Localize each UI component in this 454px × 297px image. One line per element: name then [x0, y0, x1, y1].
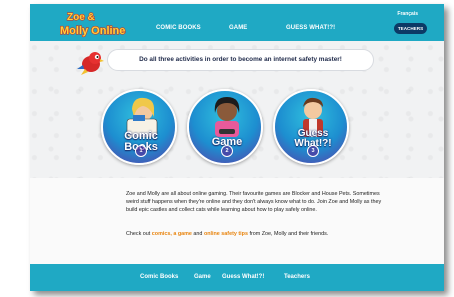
link-safety-tips[interactable]: online safety tips: [204, 231, 248, 237]
teachers-button[interactable]: TEACHERS: [394, 23, 427, 34]
checkout-suffix: from Zoe, Molly and their friends.: [247, 231, 329, 237]
activity-guess-what[interactable]: Guess What!?! 3: [273, 89, 349, 165]
checkout-prefix: Check out: [126, 231, 152, 237]
activity-number-badge: 1: [135, 145, 147, 157]
header-bar: Zoe & Molly Online COMIC BOOKS GAME GUES…: [30, 4, 444, 41]
footer-bar: Comic Books Game Guess What!?! Teachers: [30, 264, 444, 291]
footer-game[interactable]: Game: [194, 274, 211, 280]
activity-number-badge: 2: [221, 145, 233, 157]
intro-paragraph: Zoe and Molly are all about online gamin…: [126, 191, 382, 213]
activity-game[interactable]: Game 2: [187, 89, 263, 165]
nav-game[interactable]: GAME: [229, 25, 247, 31]
checkout-line: Check out comics, a game and online safe…: [126, 230, 388, 238]
link-comics-game[interactable]: comics, a game: [152, 231, 192, 237]
footer-teachers[interactable]: Teachers: [284, 274, 310, 280]
nav-comic-books[interactable]: COMIC BOOKS: [156, 25, 201, 31]
instruction-banner: Do all three activities in order to beco…: [107, 49, 374, 71]
activities-section: Do all three activities in order to beco…: [30, 41, 444, 178]
page-frame: Zoe & Molly Online COMIC BOOKS GAME GUES…: [30, 4, 444, 291]
nav-guess-what[interactable]: GUESS WHAT!?!: [286, 25, 335, 31]
logo-text-line2: Molly Online: [60, 25, 125, 37]
site-logo[interactable]: Zoe & Molly Online: [58, 7, 146, 39]
language-link[interactable]: Français: [397, 11, 418, 17]
footer-comic-books[interactable]: Comic Books: [140, 274, 178, 280]
intro-section: Zoe and Molly are all about online gamin…: [30, 178, 444, 263]
parrot-mascot-icon: [77, 52, 104, 75]
checkout-and: and: [191, 231, 204, 237]
activity-number-badge: 3: [307, 145, 319, 157]
logo-text-line1: Zoe &: [67, 12, 95, 23]
activity-comic-books[interactable]: Comic Books 1: [101, 89, 177, 165]
footer-guess-what[interactable]: Guess What!?!: [222, 274, 264, 280]
